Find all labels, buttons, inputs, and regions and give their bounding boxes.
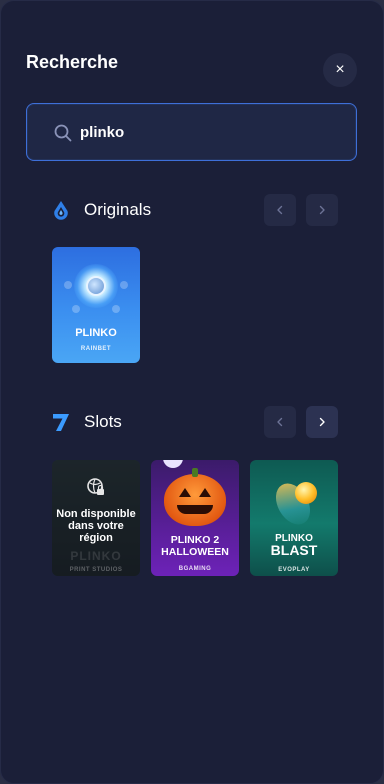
game-card-plinko-unavailable[interactable]: Non disponible dans votre région PLINKO … — [52, 460, 140, 576]
close-button[interactable]: × — [323, 53, 357, 87]
pumpkin-stem — [192, 468, 198, 477]
prev-button[interactable] — [264, 194, 296, 226]
chevron-left-icon — [277, 205, 283, 215]
chevron-left-icon — [277, 417, 283, 427]
chevron-right-icon — [319, 417, 325, 427]
search-panel: Recherche × Originals PLINKO RAIN — [0, 0, 384, 784]
game-card-plinko-2-halloween[interactable]: PLINKO 2 HALLOWEEN BGAMING — [151, 460, 239, 576]
peg — [112, 305, 120, 313]
section-title: Originals — [84, 200, 152, 219]
moon-graphic — [163, 460, 183, 468]
peg — [72, 305, 80, 313]
game-name: PLINKO — [70, 549, 122, 563]
ball-icon — [295, 482, 317, 504]
search-box[interactable] — [26, 103, 357, 161]
game-name-second-line: BLAST — [270, 542, 318, 558]
seven-icon — [53, 414, 69, 431]
game-name: PLINKO 2 HALLOWEEN — [161, 534, 229, 558]
prev-button[interactable] — [264, 406, 296, 438]
section-originals: Originals — [51, 194, 339, 226]
section-title: Slots — [84, 412, 122, 431]
search-input[interactable] — [80, 104, 340, 160]
next-button[interactable] — [306, 194, 338, 226]
game-provider: PRINT STUDIOS — [69, 567, 123, 573]
next-button[interactable] — [306, 406, 338, 438]
game-provider: BGAMING — [178, 566, 212, 572]
close-icon: × — [335, 61, 345, 78]
game-name: PLINKO — [75, 327, 117, 339]
unavailable-message: Non disponible dans votre région — [56, 508, 136, 544]
search-icon — [54, 124, 72, 142]
game-card-plinko-rainbet[interactable]: PLINKO RAINBET — [52, 247, 140, 363]
game-provider: RAINBET — [80, 346, 112, 352]
ball-icon — [86, 276, 106, 296]
panel-title: Recherche — [26, 52, 119, 72]
game-card-plinko-blast[interactable]: PLINKO BLAST EVOPLAY — [250, 460, 338, 576]
droplet-icon — [54, 201, 68, 220]
pumpkin-graphic — [164, 474, 226, 526]
globe-lock-icon — [87, 478, 104, 495]
game-provider: EVOPLAY — [278, 567, 310, 573]
pumpkin-mouth — [177, 505, 213, 514]
section-slots: Slots — [51, 406, 339, 438]
peg — [64, 281, 72, 289]
peg — [120, 281, 128, 289]
chevron-right-icon — [319, 205, 325, 215]
